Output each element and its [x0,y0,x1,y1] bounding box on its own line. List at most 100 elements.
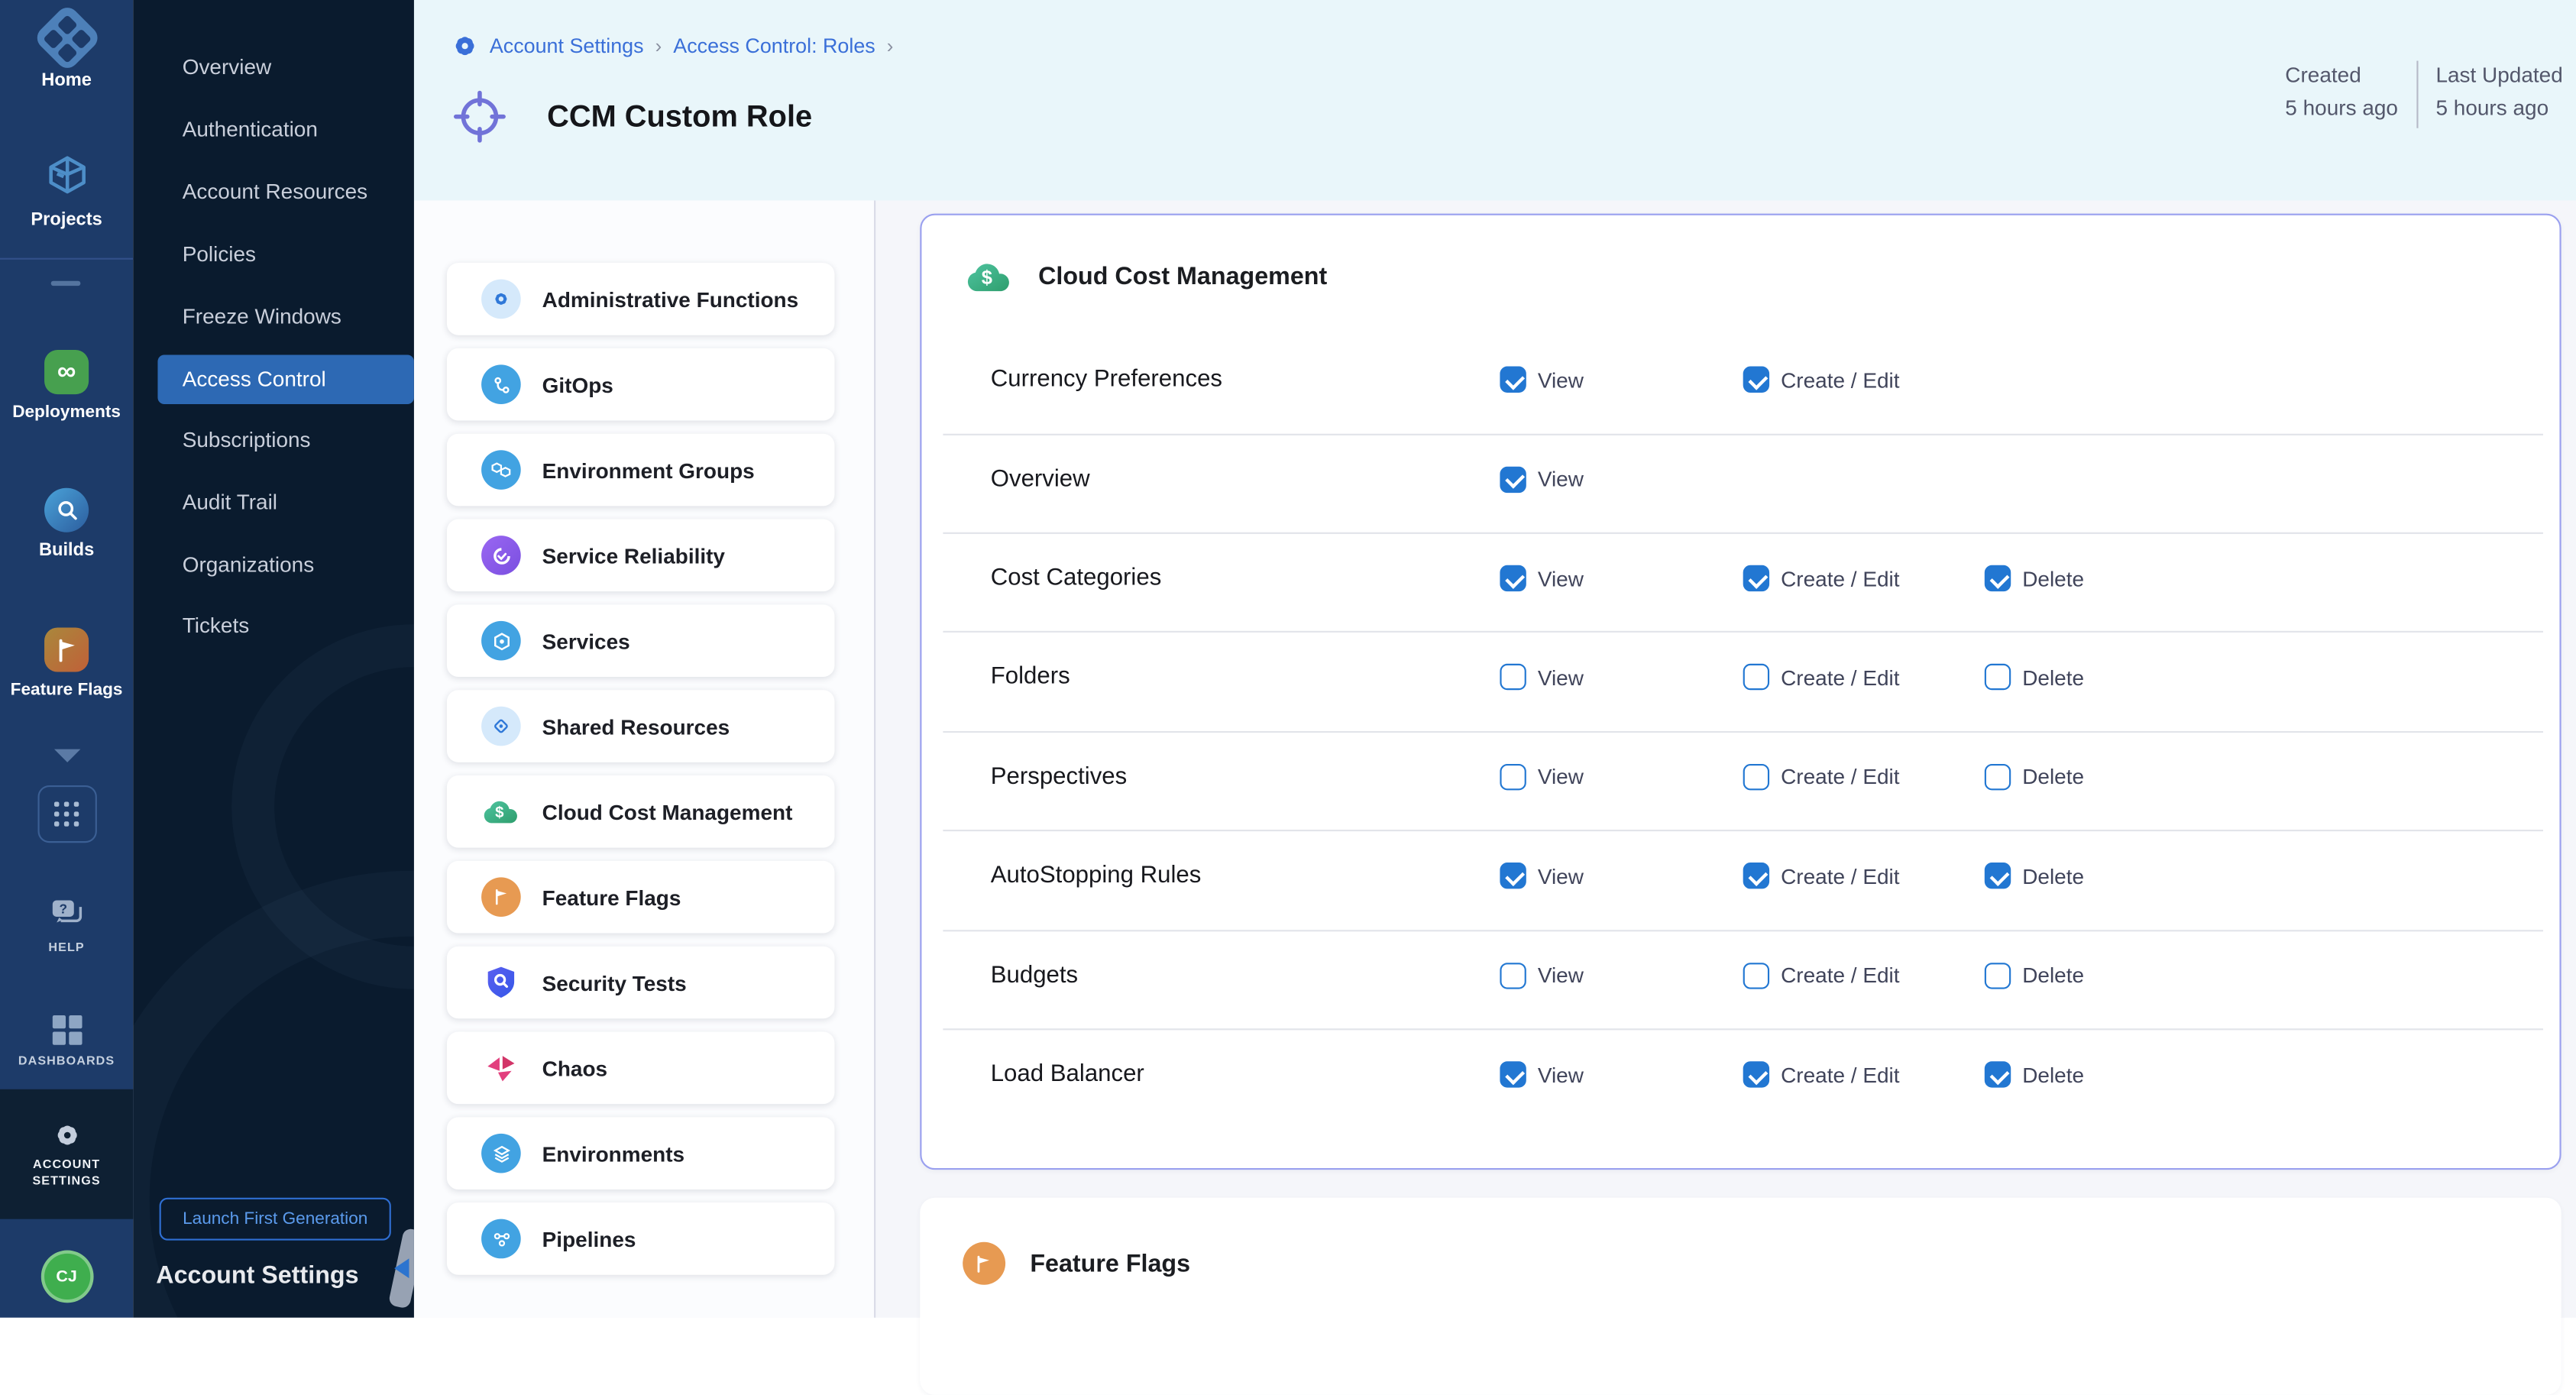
checkbox-label: Create / Edit [1781,864,1899,888]
collapse-nav-arrow-icon[interactable] [394,1258,409,1278]
gitops-icon [481,364,521,404]
delete-checkbox-cell[interactable]: Delete [1985,752,2084,801]
category-label: GitOps [542,372,613,396]
rail-item-label: Deployments [12,403,121,422]
checkbox-label: Delete [2022,765,2084,789]
delete-checkbox-cell[interactable]: Delete [1985,1050,2084,1099]
delete-checkbox-cell[interactable]: Delete [1985,653,2084,703]
last-updated-label: Last Updated [2435,59,2562,92]
rail-item-label: Home [41,70,92,90]
view-checkbox-cell[interactable]: View [1500,950,1584,1000]
rail-item-projects[interactable]: Projects [0,153,133,230]
perm-row-label: Currency Preferences [991,355,1222,405]
launch-first-generation-button[interactable]: Launch First Generation [160,1198,391,1241]
perm-row-label: AutoStopping Rules [991,852,1202,901]
nav-item-overview[interactable]: Overview [183,44,272,90]
view-checkbox-cell[interactable]: View [1500,355,1584,405]
settings-gear-icon [452,34,477,59]
create-edit-checkbox-cell[interactable]: Create / Edit [1743,950,1900,1000]
rail-chevron-more[interactable] [0,749,133,762]
checkbox-icon [1500,963,1526,989]
pipelines-icon [481,1219,521,1259]
security-tests-shield-icon [481,963,521,1002]
rail-item-label: Builds [39,541,94,561]
breadcrumb-access-control-roles[interactable]: Access Control: Roles [673,34,875,57]
chaos-icon [481,1048,521,1088]
checkbox-icon [1985,863,2011,889]
category-label: Feature Flags [542,885,681,909]
create-edit-checkbox-cell[interactable]: Create / Edit [1743,554,1900,604]
category-feature-flags[interactable]: Feature Flags [447,861,835,934]
builds-icon [44,488,89,532]
nav-item-organizations[interactable]: Organizations [183,542,315,588]
last-updated-value: 5 hours ago [2435,92,2562,125]
view-checkbox-cell[interactable]: View [1500,455,1584,504]
create-edit-checkbox-cell[interactable]: Create / Edit [1743,1050,1900,1099]
create-edit-checkbox-cell[interactable]: Create / Edit [1743,752,1900,801]
view-checkbox-cell[interactable]: View [1500,1050,1584,1099]
category-services[interactable]: Services [447,604,835,677]
delete-checkbox-cell[interactable]: Delete [1985,852,2084,901]
created-meta: Created 5 hours ago [2285,59,2398,125]
checkbox-icon [1985,1061,2011,1087]
checkbox-label: View [1538,765,1584,789]
category-gitops[interactable]: GitOps [447,348,835,421]
view-checkbox-cell[interactable]: View [1500,752,1584,801]
perm-row-cost-categories: Cost Categories View Create / Edit Delet… [921,554,2559,604]
permissions-detail-area: $ Cloud Cost Management Currency Prefere… [873,200,2576,1318]
nav-item-account-resources[interactable]: Account Resources [183,170,367,215]
checkbox-icon [1500,764,1526,790]
role-crosshair-icon [451,89,507,144]
rail-item-dashboards[interactable]: DASHBOARDS [0,1015,133,1070]
create-edit-checkbox-cell[interactable]: Create / Edit [1743,852,1900,901]
deployments-icon: ∞ [44,350,89,394]
create-edit-checkbox-cell[interactable]: Create / Edit [1743,653,1900,703]
rail-item-home[interactable]: Home [0,13,133,90]
delete-checkbox-cell[interactable]: Delete [1985,554,2084,604]
category-pipelines[interactable]: Pipelines [447,1202,835,1275]
nav-item-policies[interactable]: Policies [183,231,256,277]
checkbox-label: View [1538,864,1584,888]
view-checkbox-cell[interactable]: View [1500,653,1584,703]
nav-item-audit-trail[interactable]: Audit Trail [183,480,277,526]
view-checkbox-cell[interactable]: View [1500,852,1584,901]
category-environment-groups[interactable]: Environment Groups [447,434,835,507]
category-administrative-functions[interactable]: Administrative Functions [447,263,835,335]
rail-item-account-settings[interactable]: ACCOUNT SETTINGS [0,1122,133,1189]
nav-item-authentication[interactable]: Authentication [183,107,318,153]
nav-item-tickets[interactable]: Tickets [183,603,250,649]
category-cloud-cost-management[interactable]: $ Cloud Cost Management [447,775,835,848]
delete-checkbox-cell[interactable]: Delete [1985,950,2084,1000]
rail-item-help[interactable]: ? HELP [0,895,133,956]
rail-item-deployments[interactable]: ∞ Deployments [0,350,133,422]
breadcrumb-account-settings[interactable]: Account Settings [490,34,644,57]
category-environments[interactable]: Environments [447,1117,835,1189]
ccm-permissions-panel: $ Cloud Cost Management Currency Prefere… [920,214,2561,1170]
category-chaos[interactable]: Chaos [447,1032,835,1105]
checkbox-label: Create / Edit [1781,367,1899,392]
checkbox-icon [1985,565,2011,591]
category-service-reliability[interactable]: Service Reliability [447,519,835,592]
checkbox-label: Create / Edit [1781,1062,1899,1086]
category-security-tests[interactable]: Security Tests [447,947,835,1019]
nav-item-freeze-windows[interactable]: Freeze Windows [183,294,341,340]
rail-collapsed-dash [51,281,81,286]
rail-item-builds[interactable]: Builds [0,488,133,561]
checkbox-label: Delete [2022,864,2084,888]
rail-item-label: DASHBOARDS [18,1053,115,1070]
user-avatar[interactable]: CJ [0,1251,133,1303]
svg-text:?: ? [58,901,66,917]
checkbox-label: Delete [2022,566,2084,591]
perm-row-label: Cost Categories [991,554,1162,604]
view-checkbox-cell[interactable]: View [1500,554,1584,604]
checkbox-label: Create / Edit [1781,765,1899,789]
category-shared-resources[interactable]: Shared Resources [447,690,835,762]
rail-divider [0,258,133,260]
feature-flags-icon [44,627,89,672]
create-edit-checkbox-cell[interactable]: Create / Edit [1743,355,1900,405]
module-picker-button[interactable] [0,785,133,843]
nav-item-subscriptions[interactable]: Subscriptions [183,417,311,463]
rail-item-feature-flags[interactable]: Feature Flags [0,627,133,700]
rail-item-label: ACCOUNT SETTINGS [19,1157,115,1189]
chat-help-icon: ? [47,895,86,931]
